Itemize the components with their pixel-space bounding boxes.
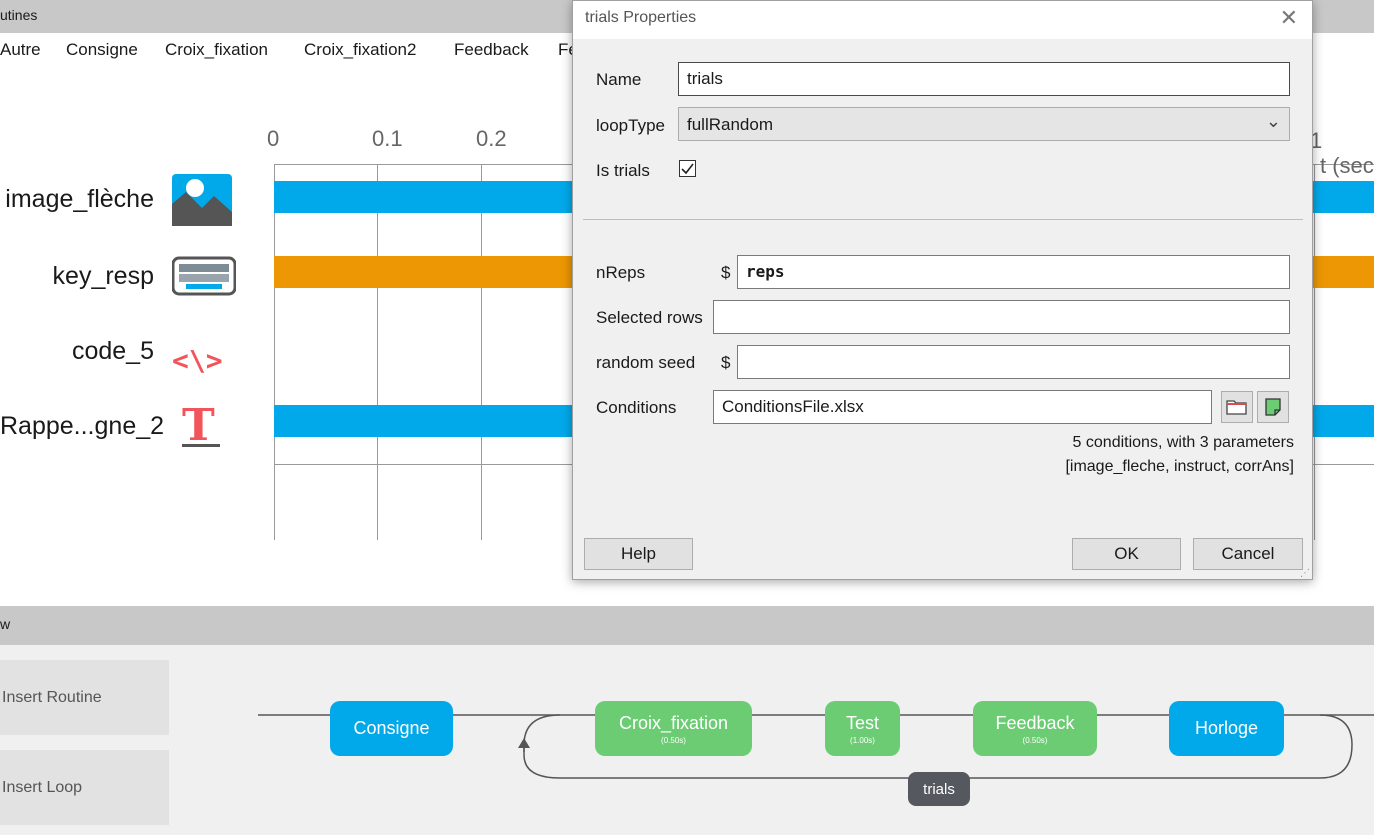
looptype-label: loopType (596, 116, 665, 135)
grid-line (1314, 164, 1315, 540)
tab-autre[interactable]: Autre (0, 40, 41, 60)
cancel-button[interactable]: Cancel (1193, 538, 1303, 570)
flow-title: w (0, 616, 11, 632)
tab-croix-fixation[interactable]: Croix_fixation (165, 40, 268, 60)
keyboard-icon[interactable] (171, 256, 237, 308)
conditions-parameters: [image_fleche, instruct, corrAns] (1065, 458, 1294, 475)
random-seed-label: random seed (596, 353, 696, 372)
flow-node-label: Horloge (1194, 718, 1259, 738)
nreps-label: nReps (596, 263, 646, 282)
resize-grip-icon[interactable]: ⋰ (1300, 568, 1310, 579)
flow-node-test[interactable]: Test (1.00s) (825, 701, 900, 756)
flow-header (0, 606, 1374, 645)
tab-consigne[interactable]: Consigne (66, 40, 138, 60)
conditions-summary: 5 conditions, with 3 parameters (1072, 434, 1294, 451)
tab-croix-fixation2[interactable]: Croix_fixation2 (304, 40, 416, 60)
note-icon (1265, 398, 1281, 416)
svg-text:T: T (182, 400, 215, 450)
conditions-info: 5 conditions, with 3 parameters [image_f… (1065, 431, 1294, 479)
dialog-title: trials Properties (585, 9, 697, 26)
text-icon[interactable]: T (180, 398, 240, 451)
dollar-sign: $ (721, 263, 731, 282)
selected-rows-label: Selected rows (596, 308, 703, 327)
grid-line (377, 164, 378, 540)
tick-label: 0.1 (372, 126, 403, 151)
component-label-key-resp[interactable]: key_resp (0, 262, 154, 291)
tick-label: 0.2 (476, 126, 507, 151)
trials-properties-dialog: trials Properties ✕ Name trials loopType… (572, 0, 1313, 580)
flow-node-duration: (0.50s) (1022, 735, 1048, 745)
ok-button[interactable]: OK (1072, 538, 1181, 570)
tick-label: 0 (267, 126, 280, 151)
flow-node-duration: (1.00s) (850, 735, 875, 745)
flow-node-label: Consigne (353, 718, 430, 738)
edit-conditions-button[interactable] (1257, 391, 1289, 423)
nreps-field[interactable]: reps (737, 255, 1290, 289)
looptype-value: fullRandom (687, 115, 773, 134)
code-icon[interactable]: <\> (172, 334, 232, 386)
grid-line (481, 164, 482, 540)
dollar-sign: $ (721, 353, 731, 372)
conditions-label: Conditions (596, 398, 677, 417)
tab-feedback[interactable]: Feedback (454, 40, 529, 60)
grid-line (274, 164, 275, 540)
loop-label-trials[interactable]: trials (908, 772, 970, 806)
image-icon[interactable] (172, 174, 232, 226)
chevron-down-icon: ⌄ (1265, 111, 1281, 131)
istrials-checkbox[interactable] (679, 160, 696, 177)
flow-node-label: Feedback (995, 712, 1075, 733)
conditions-field[interactable]: ConditionsFile.xlsx (713, 390, 1212, 424)
separator (583, 219, 1303, 220)
open-folder-button[interactable] (1221, 391, 1253, 423)
component-label-code-5[interactable]: code_5 (0, 337, 154, 366)
checkmark-icon (681, 163, 694, 175)
random-seed-field[interactable] (737, 345, 1290, 379)
dialog-titlebar[interactable]: trials Properties ✕ (573, 1, 1312, 39)
flow-node-feedback[interactable]: Feedback (0.50s) (973, 701, 1097, 756)
name-field[interactable]: trials (678, 62, 1290, 96)
looptype-select[interactable]: fullRandom ⌄ (678, 107, 1290, 141)
folder-icon (1226, 400, 1247, 415)
flow-node-label: Croix_fixation (618, 712, 729, 733)
flow-node-duration: (0.50s) (661, 735, 686, 745)
flow-node-horloge[interactable]: Horloge (1169, 701, 1284, 756)
time-axis-label: t (sec (1320, 153, 1374, 178)
flow-node-croix-fixation[interactable]: Croix_fixation (0.50s) (595, 701, 752, 756)
flow-node-label: Test (845, 712, 879, 733)
routines-title: utines (0, 7, 38, 23)
close-icon[interactable]: ✕ (1280, 5, 1298, 31)
component-label-image-fleche[interactable]: image_flèche (0, 185, 154, 214)
name-label: Name (596, 70, 642, 89)
help-button[interactable]: Help (584, 538, 693, 570)
selected-rows-field[interactable] (713, 300, 1290, 334)
component-label-rappel-consigne[interactable]: Rappe...gne_2 (0, 412, 164, 441)
istrials-label: Is trials (596, 161, 650, 180)
flow-node-consigne[interactable]: Consigne (330, 701, 453, 756)
